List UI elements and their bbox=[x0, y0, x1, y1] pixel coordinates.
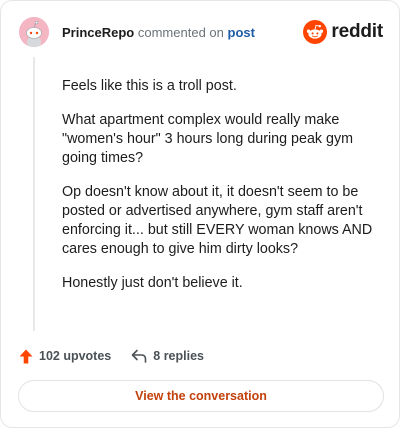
thread-line bbox=[33, 57, 35, 331]
upvote-button[interactable]: 102 upvotes bbox=[19, 349, 111, 364]
upvote-arrow-icon bbox=[19, 349, 33, 363]
snoo-avatar-icon bbox=[19, 17, 49, 47]
replies-button[interactable]: 8 replies bbox=[131, 349, 204, 363]
comment-author[interactable]: PrinceRepo bbox=[62, 25, 134, 40]
post-link[interactable]: post bbox=[228, 25, 255, 40]
view-conversation-button[interactable]: View the conversation bbox=[18, 380, 384, 412]
comment-paragraph: Op doesn't know about it, it doesn't see… bbox=[62, 184, 373, 257]
reddit-snoo-icon bbox=[303, 20, 328, 44]
comment-header: PrinceRepo commented on post bbox=[62, 25, 255, 41]
embedded-comment-card: PrinceRepo commented on post reddit Feel… bbox=[0, 0, 400, 428]
user-avatar[interactable] bbox=[19, 17, 49, 47]
comment-paragraph: Honestly just don't believe it. bbox=[62, 275, 243, 291]
reddit-wordmark: reddit bbox=[331, 21, 383, 42]
comment-action-text: commented on bbox=[137, 25, 224, 40]
comment-actions: 102 upvotes 8 replies bbox=[19, 346, 204, 366]
reddit-logo[interactable]: reddit bbox=[303, 20, 383, 44]
reply-count: 8 replies bbox=[153, 349, 204, 363]
reply-arrow-icon bbox=[131, 349, 147, 363]
comment-paragraph: Feels like this is a troll post. bbox=[62, 78, 237, 94]
comment-body: Feels like this is a troll post. What ap… bbox=[62, 77, 382, 308]
comment-paragraph: What apartment complex would really make… bbox=[62, 112, 354, 166]
upvote-count: 102 upvotes bbox=[39, 349, 112, 363]
